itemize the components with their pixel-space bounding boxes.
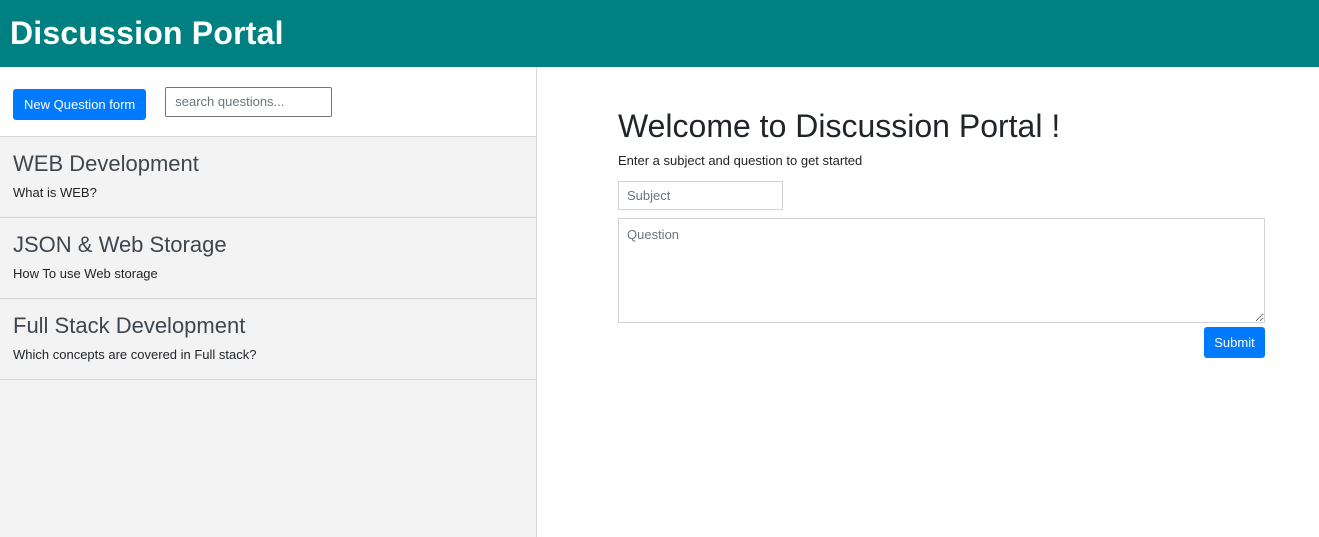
- question-list-item[interactable]: WEB Development What is WEB?: [0, 137, 536, 218]
- app-header: Discussion Portal: [0, 0, 1319, 67]
- question-subject: WEB Development: [13, 151, 199, 176]
- subject-input[interactable]: [618, 181, 783, 210]
- question-text: How To use Web storage: [13, 266, 158, 281]
- sidebar: New Question form WEB Development What i…: [0, 67, 537, 537]
- main-area: New Question form WEB Development What i…: [0, 67, 1319, 537]
- question-subject: JSON & Web Storage: [13, 232, 227, 257]
- submit-button[interactable]: Submit: [1204, 327, 1265, 358]
- app-title: Discussion Portal: [10, 15, 284, 51]
- question-list-item[interactable]: JSON & Web Storage How To use Web storag…: [0, 218, 536, 299]
- new-question-form-button[interactable]: New Question form: [13, 88, 147, 120]
- sidebar-toolbar: New Question form: [0, 67, 536, 137]
- search-questions-input[interactable]: [165, 86, 333, 117]
- question-subject: Full Stack Development: [13, 313, 246, 338]
- question-list-item[interactable]: Full Stack Development Which concepts ar…: [0, 299, 536, 380]
- welcome-subtitle: Enter a subject and question to get star…: [618, 153, 863, 168]
- welcome-title: Welcome to Discussion Portal !: [618, 108, 1061, 144]
- question-text: Which concepts are covered in Full stack…: [13, 347, 257, 362]
- question-textarea[interactable]: [618, 218, 1265, 323]
- question-text: What is WEB?: [13, 185, 97, 200]
- welcome-panel: Welcome to Discussion Portal ! Enter a s…: [537, 67, 1319, 537]
